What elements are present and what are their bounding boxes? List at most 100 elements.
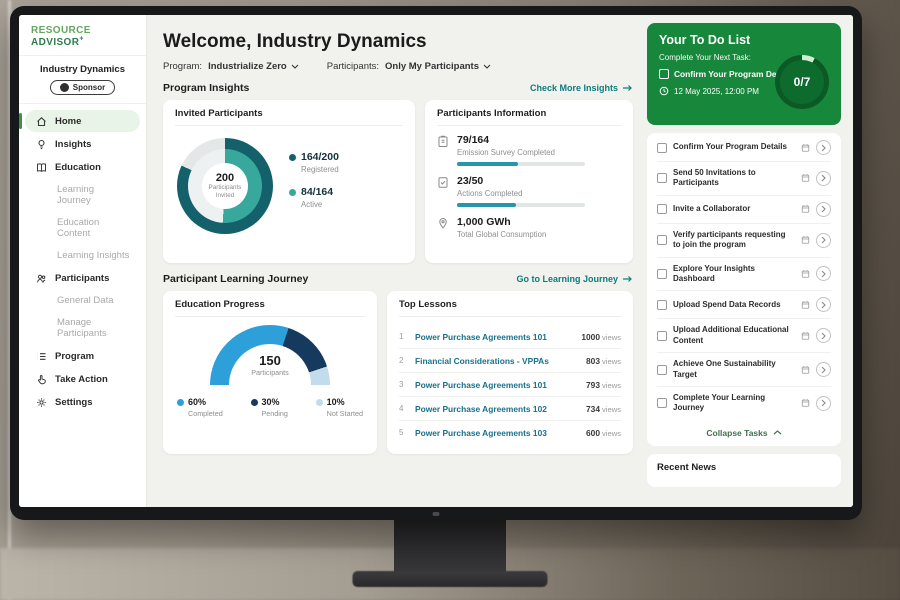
task-detail-icon xyxy=(801,173,810,183)
todo-tasks-card: Confirm Your Program Details Send 50 Inv… xyxy=(647,133,841,446)
sidebar-item-label: Learning Journey xyxy=(57,184,130,206)
task-detail-icon xyxy=(801,204,810,214)
sidebar-item-label: Education xyxy=(55,162,101,173)
emission-survey-progress-fill xyxy=(457,162,518,166)
task-chevron[interactable] xyxy=(816,396,831,411)
task-checkbox[interactable] xyxy=(657,173,667,183)
active-value: 84/164 xyxy=(301,186,333,198)
task-chevron[interactable] xyxy=(816,233,831,248)
lesson-rank: 2 xyxy=(399,356,407,365)
recent-news-title: Recent News xyxy=(657,462,716,473)
consumption-value: 1,000 GWh xyxy=(457,216,546,228)
lesson-link[interactable]: Power Purchase Agreements 102 xyxy=(415,404,578,414)
task-checkbox[interactable] xyxy=(657,300,667,310)
sidebar-item-program[interactable]: Program xyxy=(25,345,140,367)
program-filter-dropdown[interactable]: Industrialize Zero xyxy=(208,61,299,72)
todo-next-task-checkbox[interactable] xyxy=(659,69,669,79)
check-more-insights-link[interactable]: Check More Insights xyxy=(530,83,633,93)
monitor-stand xyxy=(394,516,506,576)
lesson-link[interactable]: Power Purchase Agreements 101 xyxy=(415,332,573,342)
sidebar-item-learning-journey[interactable]: Learning Journey xyxy=(25,179,140,211)
sidebar-item-education[interactable]: Education xyxy=(25,156,140,178)
task-chevron[interactable] xyxy=(816,140,831,155)
page-title: Welcome, Industry Dynamics xyxy=(163,31,633,53)
sidebar-nav: Home Insights Education Learning Journey… xyxy=(19,110,146,413)
task-row-verify-participants[interactable]: Verify participants requesting to join t… xyxy=(657,224,831,258)
task-checkbox[interactable] xyxy=(657,365,667,375)
task-detail-icon xyxy=(801,331,810,341)
task-label: Upload Spend Data Records xyxy=(673,300,795,310)
task-chevron[interactable] xyxy=(816,266,831,281)
task-checkbox[interactable] xyxy=(657,269,667,279)
task-label: Achieve One Sustainability Target xyxy=(673,359,795,380)
task-chevron[interactable] xyxy=(816,328,831,343)
sidebar-item-learning-insights[interactable]: Learning Insights xyxy=(25,245,140,266)
task-detail-icon xyxy=(801,398,810,408)
filters-row: Program: Industrialize Zero Participants… xyxy=(163,61,633,72)
task-chevron[interactable] xyxy=(816,362,831,377)
go-to-learning-journey-link[interactable]: Go to Learning Journey xyxy=(516,274,633,284)
pending-pct: 30% xyxy=(262,397,280,407)
not-started-dot xyxy=(316,399,323,406)
actions-completed-row: 23/50 Actions Completed xyxy=(437,175,621,207)
task-row-upload-spend-data[interactable]: Upload Spend Data Records xyxy=(657,291,831,319)
lesson-link[interactable]: Power Purchase Agreements 101 xyxy=(415,380,578,390)
participants-filter-label: Participants: xyxy=(327,61,379,72)
task-chevron[interactable] xyxy=(816,202,831,217)
task-checkbox[interactable] xyxy=(657,235,667,245)
task-row-achieve-sustainability-target[interactable]: Achieve One Sustainability Target xyxy=(657,353,831,387)
lesson-row: 5 Power Purchase Agreements 103 600views xyxy=(399,421,621,444)
lesson-link[interactable]: Power Purchase Agreements 103 xyxy=(415,428,578,438)
education-card-title: Education Progress xyxy=(175,299,365,317)
org-name: Industry Dynamics xyxy=(19,64,146,75)
participants-icon xyxy=(35,272,47,284)
sponsor-badge[interactable]: Sponsor xyxy=(50,80,115,95)
task-row-confirm-program[interactable]: Confirm Your Program Details xyxy=(657,134,831,162)
task-checkbox[interactable] xyxy=(657,331,667,341)
sidebar-item-education-content[interactable]: Education Content xyxy=(25,212,140,244)
task-detail-icon xyxy=(801,235,810,245)
task-row-invite-collaborator[interactable]: Invite a Collaborator xyxy=(657,196,831,224)
task-row-upload-educational-content[interactable]: Upload Additional Educational Content xyxy=(657,319,831,353)
arrow-right-icon xyxy=(622,275,633,283)
recent-news-card: Recent News xyxy=(647,454,841,487)
sidebar-item-take-action[interactable]: Take Action xyxy=(25,368,140,390)
completed-pct: 60% xyxy=(188,397,206,407)
sidebar-item-settings[interactable]: Settings xyxy=(25,391,140,413)
sidebar-item-label: Learning Insights xyxy=(57,250,129,261)
task-row-explore-insights[interactable]: Explore Your Insights Dashboard xyxy=(657,258,831,292)
sidebar-item-participants[interactable]: Participants xyxy=(25,267,140,289)
sidebar-item-insights[interactable]: Insights xyxy=(25,133,140,155)
sponsor-label: Sponsor xyxy=(73,83,105,92)
task-checkbox[interactable] xyxy=(657,398,667,408)
todo-progress-ring: 0/7 xyxy=(775,55,829,109)
pending-legend-item: 30% Pending xyxy=(251,397,288,418)
participants-filter-dropdown[interactable]: Only My Participants xyxy=(385,61,491,72)
task-detail-icon xyxy=(801,143,810,153)
task-chevron[interactable] xyxy=(816,171,831,186)
lesson-row: 4 Power Purchase Agreements 102 734views xyxy=(399,397,621,421)
task-row-send-invitations[interactable]: Send 50 Invitations to Participants xyxy=(657,162,831,196)
lesson-link[interactable]: Financial Considerations - VPPAs xyxy=(415,356,578,366)
not-started-pct: 10% xyxy=(327,397,345,407)
settings-gear-icon xyxy=(35,396,47,408)
survey-clipboard-icon xyxy=(437,134,449,166)
emission-survey-row: 79/164 Emission Survey Completed xyxy=(437,134,621,166)
task-row-complete-learning-journey[interactable]: Complete Your Learning Journey xyxy=(657,387,831,420)
monitor-frame: RESOURCE ADVISOR+ Industry Dynamics Spon… xyxy=(10,6,862,520)
top-lessons-card: Top Lessons 1 Power Purchase Agreements … xyxy=(387,291,633,454)
invited-total: 200 xyxy=(216,172,234,184)
sidebar-item-general-data[interactable]: General Data xyxy=(25,290,140,311)
app-logo[interactable]: RESOURCE ADVISOR+ xyxy=(19,15,146,56)
sidebar-item-manage-participants[interactable]: Manage Participants xyxy=(25,312,140,344)
sidebar-item-home[interactable]: Home xyxy=(25,110,140,132)
task-chevron[interactable] xyxy=(816,297,831,312)
task-checkbox[interactable] xyxy=(657,204,667,214)
top-lessons-title: Top Lessons xyxy=(399,299,621,317)
lesson-rank: 4 xyxy=(399,404,407,413)
task-checkbox[interactable] xyxy=(657,143,667,153)
emission-survey-value: 79/164 xyxy=(457,134,585,146)
collapse-tasks-button[interactable]: Collapse Tasks xyxy=(657,420,831,442)
chevron-up-icon xyxy=(773,430,782,435)
sponsor-icon xyxy=(60,83,69,92)
